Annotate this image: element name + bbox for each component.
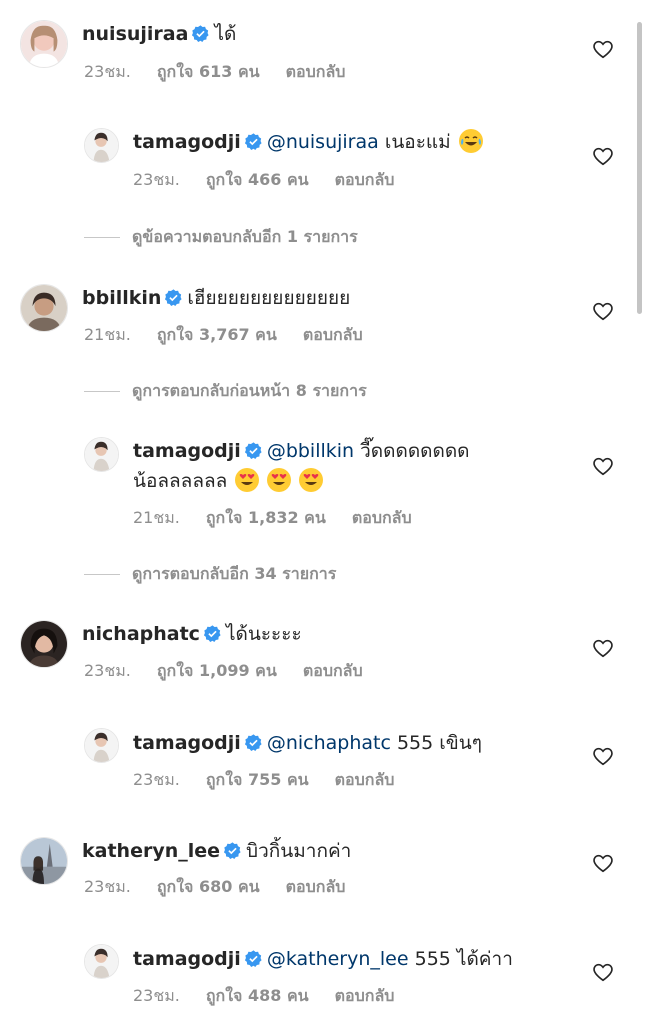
reply-button[interactable]: ตอบกลับ [335,170,395,189]
timestamp: 23ชม. [84,661,131,680]
avatar[interactable] [84,128,119,163]
avatar[interactable] [20,837,68,885]
username[interactable]: bbillkin [82,287,161,309]
like-count[interactable]: ถูกใจ 3,767 คน [157,325,277,344]
reply-button[interactable]: ตอบกลับ [286,62,346,81]
like-count[interactable]: ถูกใจ 466 คน [206,170,309,189]
verified-badge-icon [224,842,241,859]
timestamp: 23ชม. [133,170,180,189]
timestamp: 23ชม. [133,770,180,789]
username[interactable]: katheryn_lee [82,840,220,862]
divider [84,237,120,238]
username[interactable]: tamagodji [133,131,241,153]
like-count[interactable]: ถูกใจ 680 คน [157,877,260,896]
divider [84,391,120,392]
divider [84,574,120,575]
username[interactable]: nuisujiraa [82,23,188,45]
reply-button[interactable]: ตอบกลับ [335,770,395,789]
heart-outline-icon[interactable] [592,38,614,60]
timestamp: 21ชม. [133,508,180,527]
avatar[interactable] [20,20,68,68]
username[interactable]: tamagodji [133,732,241,754]
username[interactable]: tamagodji [133,440,241,462]
like-count[interactable]: ถูกใจ 488 คน [206,986,309,1005]
comment-text: 555 ได้ค่าา [414,948,513,970]
verified-badge-icon [203,625,221,642]
verified-badge-icon [165,289,182,306]
timestamp: 23ชม. [84,62,131,81]
avatar[interactable] [84,437,119,472]
verified-badge-icon [244,734,262,751]
heart-outline-icon[interactable] [592,455,614,477]
view-more-replies-button[interactable]: ดูข้อความตอบกลับอีก 1 รายการ [84,227,358,247]
comment-text: บิวกิ้นมากค่า [246,840,352,862]
scrollbar[interactable] [637,22,642,314]
verified-badge-icon [192,25,210,42]
view-previous-replies-button[interactable]: ดูการตอบกลับก่อนหน้า 8 รายการ [84,381,367,401]
comment-text: ได้นะะะะ [225,623,302,645]
smiling-face-with-heart-eyes-icon [267,468,292,492]
verified-badge-icon [244,442,262,459]
mention-link[interactable]: @nuisujiraa [267,131,379,153]
verified-badge-icon [244,950,262,967]
heart-outline-icon[interactable] [592,961,614,983]
like-count[interactable]: ถูกใจ 1,832 คน [206,508,326,527]
avatar[interactable] [20,620,68,668]
comment-text-continued: น้อลลลลลล [133,470,228,492]
username[interactable]: nichaphatc [82,623,200,645]
comment-text: 555 เขินๆ [396,732,482,754]
like-count[interactable]: ถูกใจ 1,099 คน [157,661,277,680]
smiling-face-with-heart-eyes-icon [299,468,324,492]
comment-text: ได้ [214,23,237,45]
reply-button[interactable]: ตอบกลับ [303,661,363,680]
mention-link[interactable]: @nichaphatc [267,732,391,754]
timestamp: 21ชม. [84,325,131,344]
smiling-face-with-heart-eyes-icon [235,468,260,492]
avatar[interactable] [84,728,119,763]
reply-button[interactable]: ตอบกลับ [303,325,363,344]
reply-button[interactable]: ตอบกลับ [352,508,412,527]
timestamp: 23ชม. [133,986,180,1005]
view-more-replies-button[interactable]: ดูการตอบกลับอีก 34 รายการ [84,564,336,584]
avatar[interactable] [20,284,68,332]
mention-link[interactable]: @katheryn_lee [267,948,409,970]
heart-outline-icon[interactable] [592,145,614,167]
avatar[interactable] [84,944,119,979]
comment-text: เนอะแม่ [384,131,451,153]
heart-outline-icon[interactable] [592,745,614,767]
like-count[interactable]: ถูกใจ 613 คน [157,62,260,81]
username[interactable]: tamagodji [133,948,241,970]
reply-button[interactable]: ตอบกลับ [286,877,346,896]
timestamp: 23ชม. [84,877,131,896]
reply-button[interactable]: ตอบกลับ [335,986,395,1005]
heart-outline-icon[interactable] [592,852,614,874]
mention-link[interactable]: @bbillkin [267,440,354,462]
heart-outline-icon[interactable] [592,300,614,322]
verified-badge-icon [244,133,262,150]
comment-text: เฮียยยยยยยยยยยยย [187,287,351,309]
heart-outline-icon[interactable] [592,637,614,659]
comment-text: วี๊ดดดดดดดด [360,440,470,462]
face-with-tears-of-joy-icon [458,129,483,153]
like-count[interactable]: ถูกใจ 755 คน [206,770,309,789]
